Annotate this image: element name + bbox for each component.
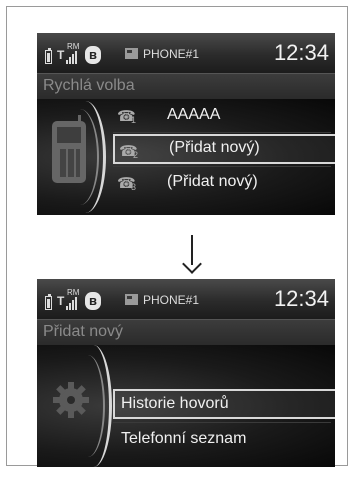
phone-name: PHONE#1 [143, 293, 200, 307]
speed-dial-label: (Přidat nový) [167, 173, 258, 190]
battery-icon [45, 294, 52, 310]
speed-dial-screen: T RM ʙ PHONE#1 12:34 Rychlá volba ☎ 1 AA… [37, 33, 335, 215]
bluetooth-icon: ʙ [85, 292, 101, 310]
bluetooth-icon: ʙ [85, 46, 101, 64]
speed-dial-item-selected[interactable]: ☎ 2 (Přidat nový) [113, 134, 335, 164]
menu-body: ☎ 1 AAAAA ☎ 2 (Přidat nový) ☎ 3 (Přidat … [37, 99, 335, 215]
signal-icon: T RM [57, 288, 80, 310]
status-bar: T RM ʙ PHONE#1 12:34 [37, 33, 335, 73]
roaming-label: RM [67, 42, 80, 51]
screen-title: Přidat nový [43, 323, 124, 340]
speed-dial-label: (Přidat nový) [169, 139, 260, 156]
screen-title: Rychlá volba [43, 77, 135, 94]
phone-name: PHONE#1 [143, 47, 200, 61]
speed-dial-item[interactable]: ☎ 1 AAAAA [113, 101, 331, 131]
menu-item[interactable]: Telefonní seznam [113, 425, 331, 455]
add-new-screen: T RM ʙ PHONE#1 12:34 Přidat nový Histori… [37, 279, 335, 467]
menu-item-label: Telefonní seznam [121, 430, 247, 447]
menu-item-selected[interactable]: Historie hovorů [113, 389, 335, 419]
menu-body: Historie hovorů Telefonní seznam [37, 345, 335, 467]
screen-title-bar: Rychlá volba [37, 73, 335, 100]
clock: 12:34 [273, 40, 329, 65]
figure-frame: T RM ʙ PHONE#1 12:34 Rychlá volba ☎ 1 AA… [6, 6, 348, 467]
status-bar: T RM ʙ PHONE#1 12:34 [37, 279, 335, 319]
clock: 12:34 [273, 286, 329, 311]
down-arrow-icon [182, 235, 202, 275]
screen-title-bar: Přidat nový [37, 319, 335, 346]
signal-icon: T RM [57, 42, 80, 64]
phone-icon [125, 294, 138, 305]
phone-icon [125, 48, 138, 59]
menu-item-label: Historie hovorů [121, 395, 229, 412]
speed-dial-item[interactable]: ☎ 3 (Přidat nový) [113, 168, 331, 198]
roaming-label: RM [67, 288, 80, 297]
battery-icon [45, 48, 52, 64]
speed-dial-label: AAAAA [167, 106, 221, 123]
